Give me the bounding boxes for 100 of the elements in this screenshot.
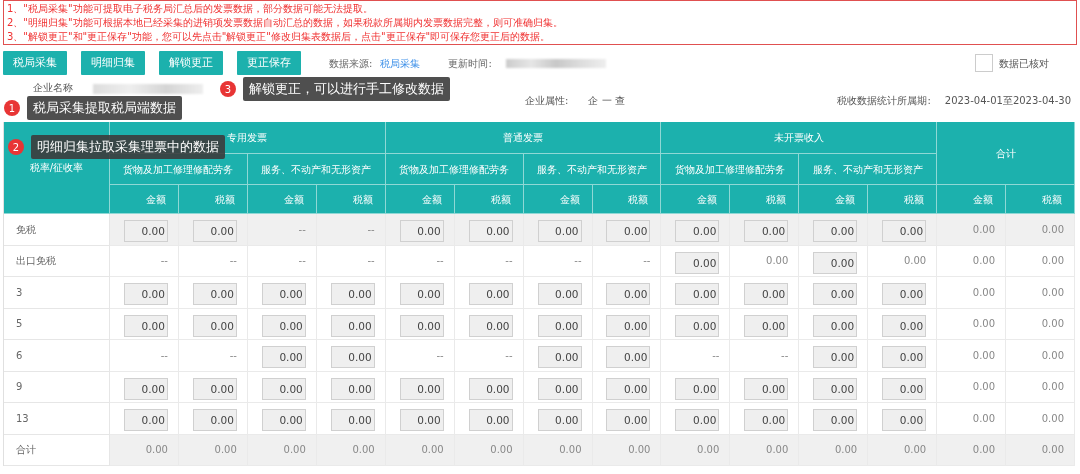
number-input[interactable]: 0.00 — [261, 346, 306, 369]
row-label: 出口免税 — [4, 245, 110, 277]
number-input[interactable]: 0.00 — [606, 220, 651, 243]
cell-value: -- — [229, 254, 237, 269]
notice-text: 3、"解锁更正"和"更正保存"功能，您可以先点击"解锁更正"修改归集表数据后，点击"更正保存"即可保存您更正后的数据。 — [7, 30, 552, 44]
number-input[interactable]: 0.00 — [399, 409, 444, 432]
number-input[interactable]: 0.00 — [744, 409, 789, 432]
cell-value: 0.00 — [352, 443, 375, 458]
attribute-value: 企 一 查 — [588, 93, 625, 108]
number-input[interactable]: 0.00 — [123, 220, 168, 243]
number-input[interactable]: 0.00 — [123, 314, 168, 337]
number-input[interactable]: 0.00 — [606, 346, 651, 369]
number-input[interactable]: 0.00 — [744, 377, 789, 400]
row-label: 13 — [4, 403, 110, 435]
number-input[interactable]: 0.00 — [813, 314, 858, 337]
number-input[interactable]: 0.00 — [468, 377, 513, 400]
number-input[interactable]: 0.00 — [675, 377, 720, 400]
number-input[interactable]: 0.00 — [468, 283, 513, 306]
number-input[interactable]: 0.00 — [813, 377, 858, 400]
row-label: 合计 — [4, 434, 110, 466]
number-input[interactable]: 0.00 — [675, 283, 720, 306]
tooltip: 解锁更正，可以进行手工修改数据 — [243, 77, 450, 101]
number-input[interactable]: 0.00 — [882, 314, 927, 337]
number-input[interactable]: 0.00 — [537, 283, 582, 306]
row-label: 9 — [4, 371, 110, 403]
cell-value: 0.00 — [766, 254, 789, 269]
cell-value: 0.00 — [1041, 285, 1064, 300]
number-input[interactable]: 0.00 — [675, 220, 720, 243]
number-input[interactable]: 0.00 — [675, 314, 720, 337]
number-input[interactable]: 0.00 — [330, 314, 375, 337]
column-header: 未开票收入 — [661, 122, 938, 154]
number-input[interactable]: 0.00 — [261, 283, 306, 306]
number-input[interactable]: 0.00 — [882, 220, 927, 243]
number-input[interactable]: 0.00 — [192, 409, 237, 432]
number-input[interactable]: 0.00 — [537, 377, 582, 400]
number-input[interactable]: 0.00 — [813, 409, 858, 432]
number-input[interactable]: 0.00 — [468, 409, 513, 432]
number-input[interactable]: 0.00 — [261, 409, 306, 432]
cell-value: 0.00 — [903, 443, 927, 458]
number-input[interactable]: 0.00 — [744, 283, 789, 306]
number-input[interactable]: 0.00 — [399, 220, 444, 243]
column-header: 税额 — [592, 185, 662, 214]
number-input[interactable]: 0.00 — [744, 314, 789, 337]
number-input[interactable]: 0.00 — [192, 220, 237, 243]
number-input[interactable]: 0.00 — [675, 251, 720, 274]
column-header: 税额 — [178, 185, 248, 214]
number-input[interactable]: 0.00 — [192, 283, 237, 306]
cell-value: -- — [436, 254, 444, 269]
number-input[interactable]: 0.00 — [813, 346, 858, 369]
number-input[interactable]: 0.00 — [330, 377, 375, 400]
number-input[interactable]: 0.00 — [675, 409, 720, 432]
cell-value: 0.00 — [972, 285, 996, 300]
number-input[interactable]: 0.00 — [123, 409, 168, 432]
number-input[interactable]: 0.00 — [261, 377, 306, 400]
number-input[interactable]: 0.00 — [537, 346, 582, 369]
number-input[interactable]: 0.00 — [606, 377, 651, 400]
cell-value: -- — [712, 348, 720, 363]
number-input[interactable]: 0.00 — [606, 314, 651, 337]
cell-value: 0.00 — [490, 443, 513, 458]
cell-value: -- — [160, 254, 168, 269]
verified-checkbox[interactable] — [975, 54, 993, 72]
column-header: 服务、不动产和无形资产 — [799, 154, 938, 185]
number-input[interactable]: 0.00 — [330, 409, 375, 432]
number-input[interactable]: 0.00 — [882, 283, 927, 306]
number-input[interactable]: 0.00 — [468, 314, 513, 337]
number-input[interactable]: 0.00 — [882, 346, 927, 369]
number-input[interactable]: 0.00 — [123, 283, 168, 306]
number-input[interactable]: 0.00 — [192, 314, 237, 337]
attribute-label: 企业属性: — [525, 93, 569, 108]
column-header: 税额 — [868, 185, 938, 214]
cell-value: 0.00 — [214, 443, 237, 458]
number-input[interactable]: 0.00 — [192, 377, 237, 400]
number-input[interactable]: 0.00 — [330, 346, 375, 369]
cell-value: 0.00 — [972, 380, 996, 395]
step-badge: 1 — [4, 100, 20, 116]
number-input[interactable]: 0.00 — [744, 220, 789, 243]
number-input[interactable]: 0.00 — [537, 220, 582, 243]
number-input[interactable]: 0.00 — [399, 283, 444, 306]
source-link[interactable]: 税局采集 — [380, 55, 421, 71]
column-header: 普通发票 — [385, 122, 662, 154]
number-input[interactable]: 0.00 — [399, 377, 444, 400]
number-input[interactable]: 0.00 — [882, 409, 927, 432]
number-input[interactable]: 0.00 — [537, 314, 582, 337]
number-input[interactable]: 0.00 — [606, 283, 651, 306]
number-input[interactable]: 0.00 — [882, 377, 927, 400]
number-input[interactable]: 0.00 — [606, 409, 651, 432]
column-header: 税额 — [730, 185, 800, 214]
number-input[interactable]: 0.00 — [813, 220, 858, 243]
number-input[interactable]: 0.00 — [399, 314, 444, 337]
number-input[interactable]: 0.00 — [468, 220, 513, 243]
number-input[interactable]: 0.00 — [123, 377, 168, 400]
number-input[interactable]: 0.00 — [813, 283, 858, 306]
number-input[interactable]: 0.00 — [330, 283, 375, 306]
number-input[interactable]: 0.00 — [261, 314, 306, 337]
number-input[interactable]: 0.00 — [537, 409, 582, 432]
number-input[interactable]: 0.00 — [813, 251, 858, 274]
cell-value: 0.00 — [1041, 222, 1064, 237]
cell-value: -- — [505, 254, 513, 269]
cell-value: 0.00 — [903, 254, 927, 269]
column-header: 金额 — [661, 185, 731, 214]
